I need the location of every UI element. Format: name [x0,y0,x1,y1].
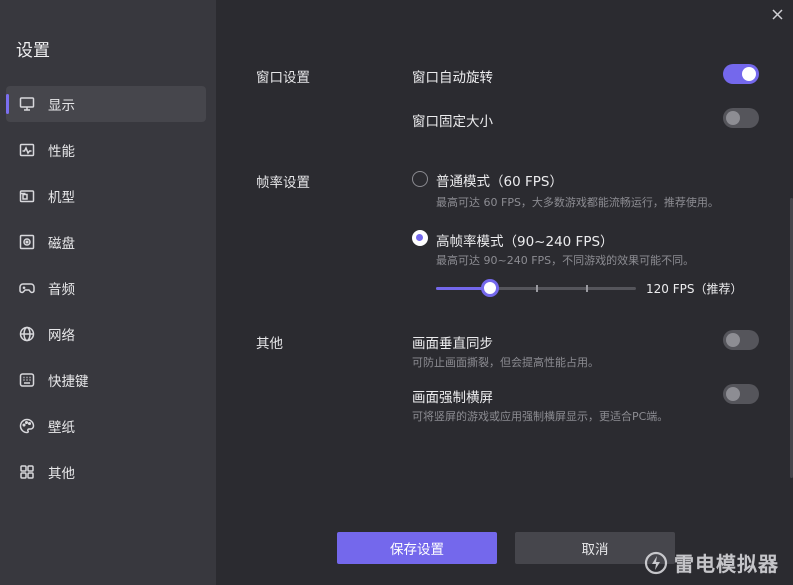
toggle-knob [726,387,740,401]
normal-mode-radio[interactable] [412,171,428,187]
disk-icon [18,233,36,251]
sidebar-item-label: 磁盘 [48,236,75,252]
close-icon [771,8,783,20]
brand-watermark: 雷电模拟器 [644,548,779,577]
high-framerate-hint: 最高可达 90~240 FPS，不同游戏的效果可能不同。 [436,254,695,267]
normal-mode-label[interactable]: 普通模式（60 FPS） [436,170,563,190]
force-landscape-hint: 可将竖屏的游戏或应用强制横屏显示，更适合PC端。 [412,410,669,423]
monitor-icon [18,95,36,113]
sidebar-item-label: 性能 [48,144,75,160]
sidebar-item-label: 壁纸 [48,420,75,436]
force-landscape-toggle[interactable] [723,384,759,404]
sidebar-item-performance[interactable]: 性能 [6,132,206,168]
sidebar-item-disk[interactable]: 磁盘 [6,224,206,260]
sidebar-title: 设置 [16,41,50,61]
normal-mode-hint: 最高可达 60 FPS，大多数游戏都能流畅运行，推荐使用。 [436,196,719,209]
sidebar-item-device-model[interactable]: 机型 [6,178,206,214]
keyboard-icon [18,371,36,389]
toggle-knob [742,67,756,81]
auto-rotate-toggle[interactable] [723,64,759,84]
sidebar-item-label: 机型 [48,190,75,206]
vsync-label: 画面垂直同步 [412,336,493,352]
palette-icon [18,417,36,435]
section-label-other: 其他 [256,336,283,352]
sidebar-nav: 显示 性能 机型 磁盘 音频 网络 快捷键 壁纸 其他 [6,86,206,500]
section-label-framerate: 帧率设置 [256,175,310,191]
fps-slider[interactable] [436,278,636,298]
sidebar-item-display[interactable]: 显示 [6,86,206,122]
gamepad-audio-icon [18,279,36,297]
high-framerate-radio[interactable] [412,230,428,246]
fixed-size-label: 窗口固定大小 [412,114,493,130]
sidebar-item-label: 显示 [48,98,75,114]
sidebar-item-shortcuts[interactable]: 快捷键 [6,362,206,398]
vsync-toggle[interactable] [723,330,759,350]
section-label-window: 窗口设置 [256,70,310,86]
device-model-icon [18,187,36,205]
toggle-knob [726,333,740,347]
high-framerate-label[interactable]: 高帧率模式（90~240 FPS） [436,230,614,250]
brand-name: 雷电模拟器 [674,552,779,576]
vsync-hint: 可防止画面撕裂，但会提高性能占用。 [412,356,599,369]
sidebar-item-label: 音频 [48,282,75,298]
slider-tick [586,285,588,292]
performance-icon [18,141,36,159]
sidebar-item-network[interactable]: 网络 [6,316,206,352]
globe-icon [18,325,36,343]
auto-rotate-label: 窗口自动旋转 [412,70,493,86]
sidebar-item-other[interactable]: 其他 [6,454,206,490]
ldplayer-logo-icon [644,551,668,574]
sidebar-item-label: 网络 [48,328,75,344]
slider-tick [536,285,538,292]
slider-value-label: 120 FPS（推荐） [646,282,743,296]
sidebar-item-label: 快捷键 [48,374,89,390]
close-button[interactable] [769,6,785,22]
sidebar: 设置 显示 性能 机型 磁盘 音频 网络 快捷键 壁纸 其他 [0,0,216,585]
toggle-knob [726,111,740,125]
force-landscape-label: 画面强制横屏 [412,390,493,406]
sidebar-item-label: 其他 [48,466,75,482]
grid-icon [18,463,36,481]
sidebar-item-audio[interactable]: 音频 [6,270,206,306]
slider-thumb[interactable] [481,279,499,297]
save-button[interactable]: 保存设置 [337,532,497,564]
sidebar-item-wallpaper[interactable]: 壁纸 [6,408,206,444]
fixed-size-toggle[interactable] [723,108,759,128]
settings-main-panel: 窗口设置 窗口自动旋转 窗口固定大小 帧率设置 普通模式（60 FPS） 最高可… [216,0,793,585]
